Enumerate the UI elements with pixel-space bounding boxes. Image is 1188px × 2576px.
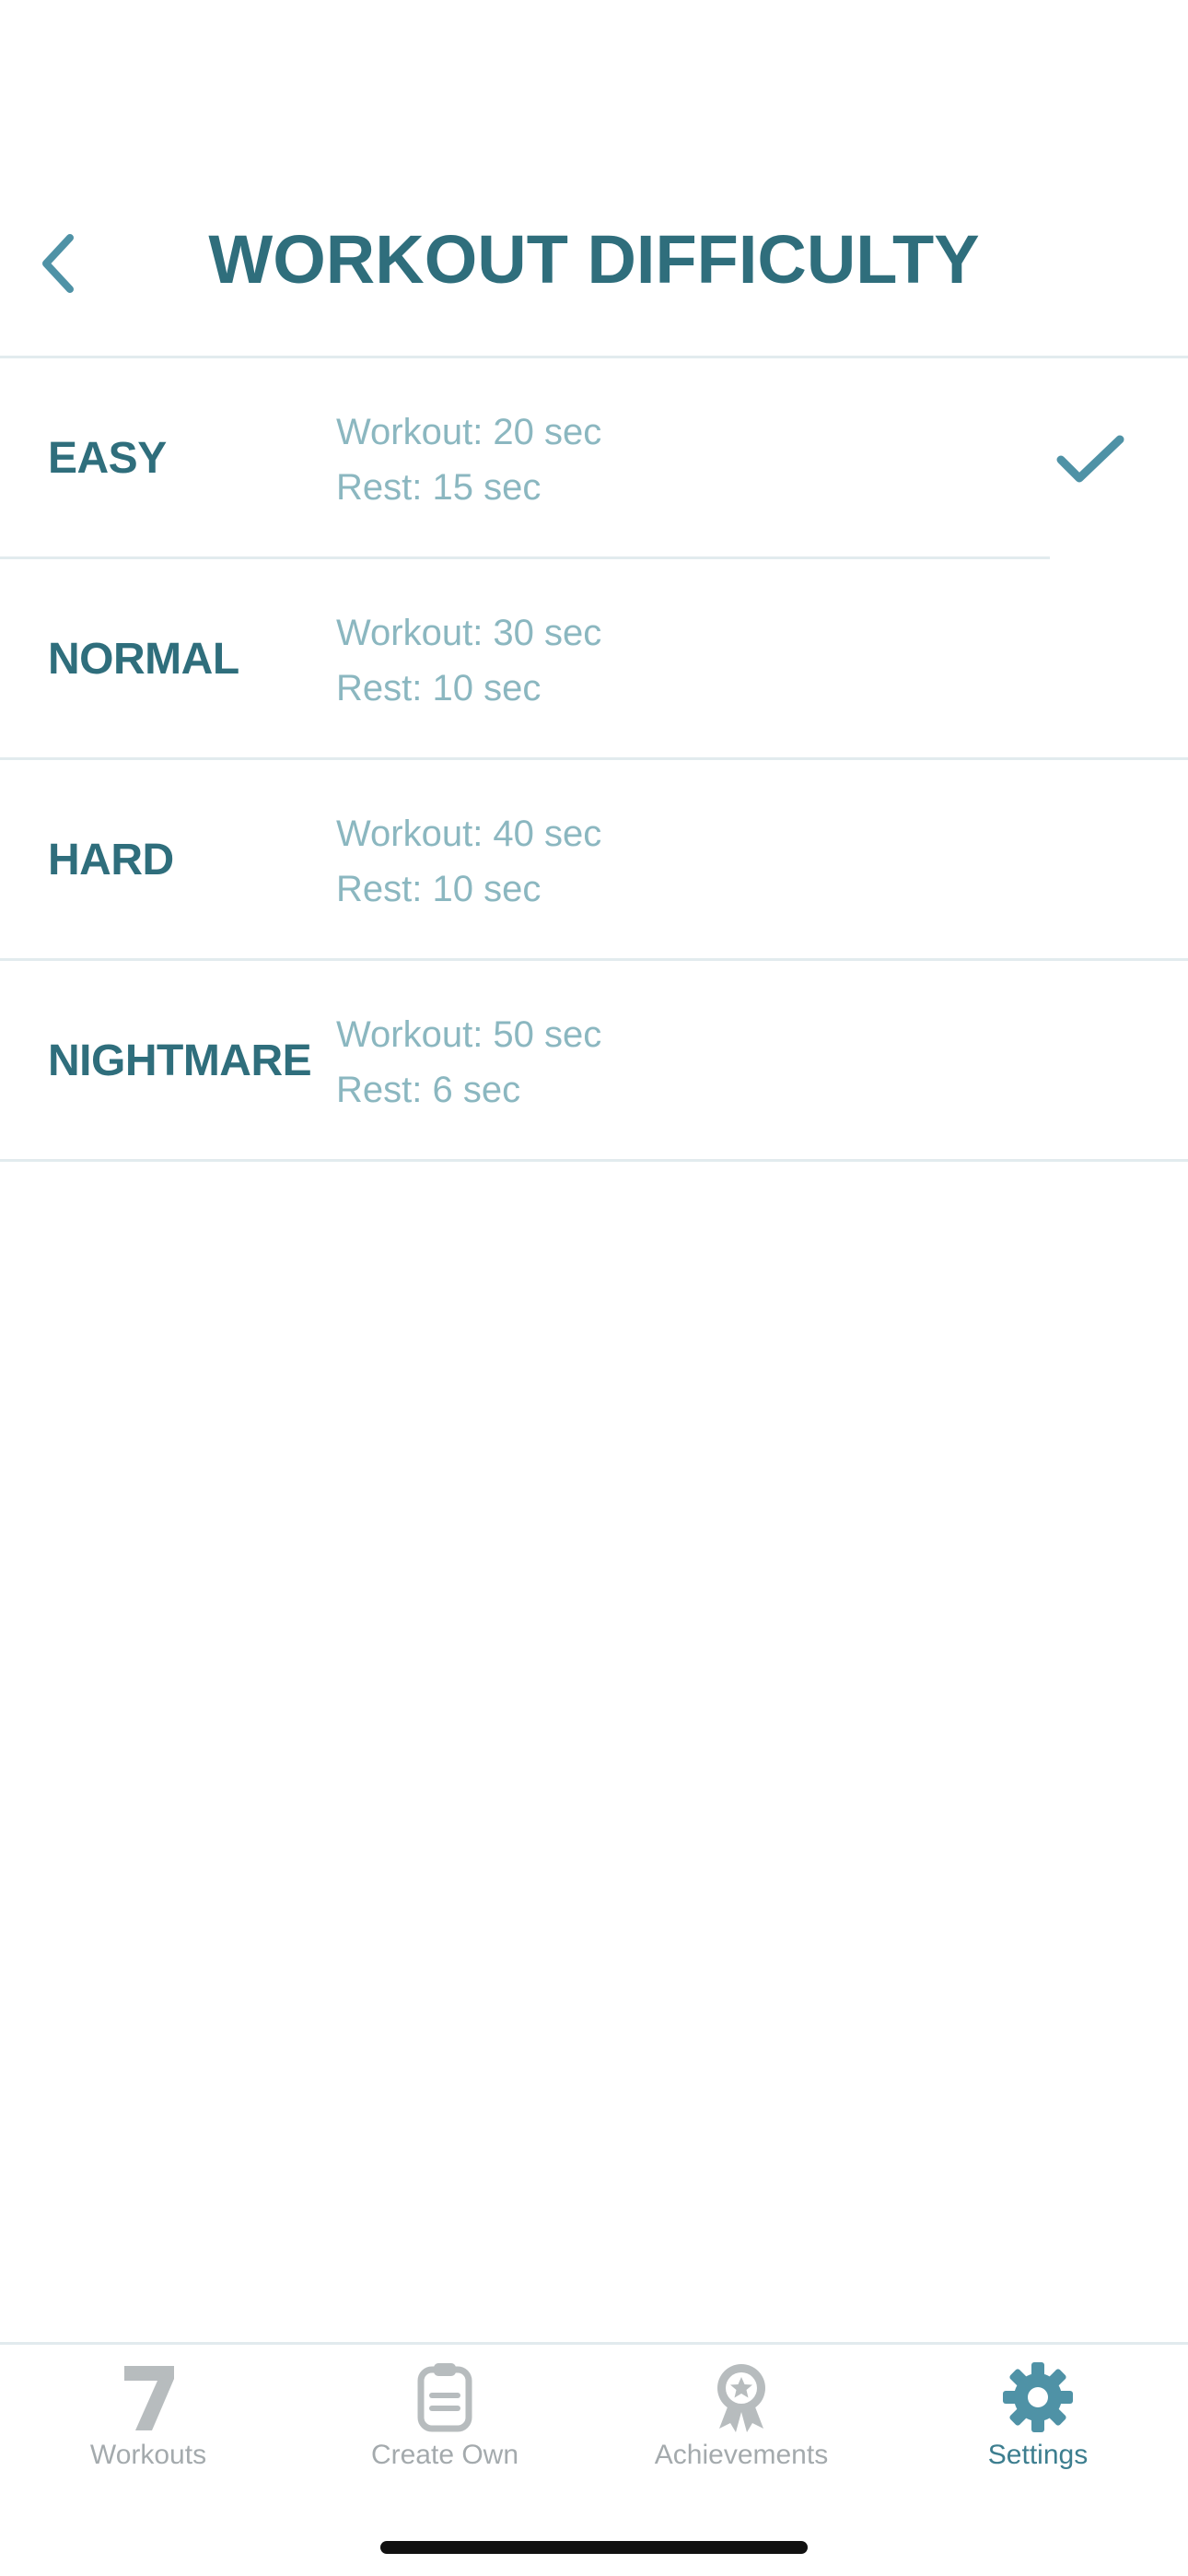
difficulty-details: Workout: 50 sec Rest: 6 sec — [336, 1007, 601, 1118]
workout-duration: Workout: 30 sec — [336, 613, 602, 653]
tab-workouts[interactable]: Workouts — [0, 2360, 297, 2489]
difficulty-name: HARD — [48, 836, 174, 884]
tab-label: Settings — [987, 2440, 1089, 2470]
rest-duration: Rest: 15 sec — [336, 467, 542, 508]
difficulty-row-nightmare[interactable]: NIGHTMARE Workout: 50 sec Rest: 6 sec — [0, 961, 1188, 1162]
home-indicator — [380, 2541, 808, 2554]
workout-duration: Workout: 50 sec — [336, 1014, 602, 1055]
difficulty-name: EASY — [48, 434, 167, 483]
workout-duration: Workout: 40 sec — [336, 814, 602, 854]
rest-duration: Rest: 10 sec — [336, 869, 542, 909]
difficulty-details: Workout: 30 sec Rest: 10 sec — [336, 605, 601, 716]
difficulty-name: NIGHTMARE — [48, 1036, 312, 1085]
tab-label: Achievements — [654, 2440, 829, 2470]
workout-difficulty-screen: WORKOUT DIFFICULTY EASY Workout: 20 sec … — [0, 0, 1188, 2576]
gear-icon — [1003, 2362, 1073, 2432]
tab-settings[interactable]: Settings — [890, 2360, 1186, 2489]
row-divider — [0, 1159, 1188, 1162]
difficulty-details: Workout: 40 sec Rest: 10 sec — [336, 806, 601, 917]
checkmark-icon — [1056, 435, 1124, 483]
tab-create-own[interactable]: Create Own — [297, 2360, 593, 2489]
tab-label: Workouts — [89, 2440, 207, 2470]
difficulty-row-easy[interactable]: EASY Workout: 20 sec Rest: 15 sec — [0, 358, 1188, 559]
difficulty-list: EASY Workout: 20 sec Rest: 15 sec NORMAL… — [0, 358, 1188, 1162]
award-badge-icon — [717, 2364, 765, 2432]
rest-duration: Rest: 6 sec — [336, 1070, 521, 1110]
tab-label: Create Own — [370, 2440, 519, 2470]
clipboard-icon — [417, 2363, 472, 2432]
workout-duration: Workout: 20 sec — [336, 412, 602, 452]
difficulty-details: Workout: 20 sec Rest: 15 sec — [336, 404, 601, 515]
difficulty-name: NORMAL — [48, 635, 239, 684]
tab-achievements[interactable]: Achievements — [593, 2360, 890, 2489]
seven-icon — [124, 2366, 174, 2430]
nav-header: WORKOUT DIFFICULTY — [0, 0, 1188, 358]
difficulty-row-hard[interactable]: HARD Workout: 40 sec Rest: 10 sec — [0, 760, 1188, 961]
tab-bar-divider — [0, 2342, 1188, 2345]
rest-duration: Rest: 10 sec — [336, 668, 542, 708]
difficulty-row-normal[interactable]: NORMAL Workout: 30 sec Rest: 10 sec — [0, 559, 1188, 760]
page-title: WORKOUT DIFFICULTY — [208, 221, 980, 298]
